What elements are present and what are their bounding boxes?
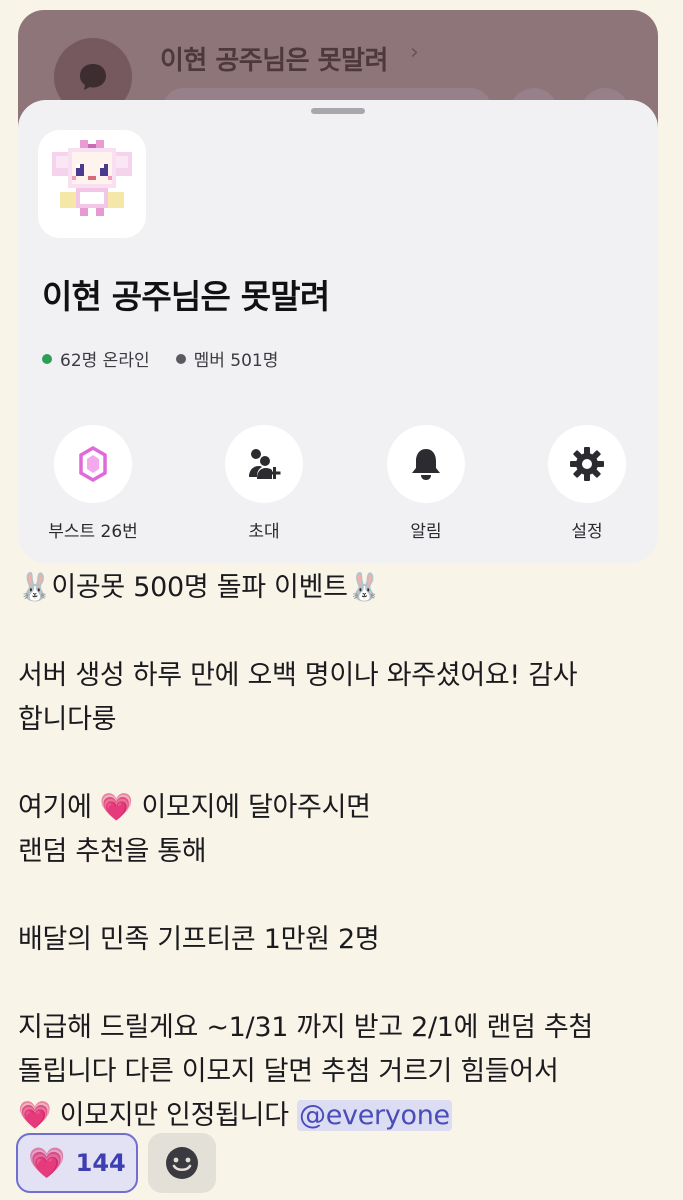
- heart-emoji: 💗: [99, 792, 134, 823]
- message-line: 합니다룽: [18, 704, 117, 735]
- add-reaction-button[interactable]: [148, 1133, 216, 1193]
- chevron-right-icon: ›: [410, 40, 419, 65]
- reaction-count: 144: [75, 1149, 126, 1177]
- bunny-emoji: 🐰: [347, 572, 382, 603]
- gear-icon: [570, 447, 604, 481]
- notifications-label: 알림: [410, 522, 442, 542]
- backdrop-server-title[interactable]: 이현 공주님은 못말려: [160, 40, 388, 77]
- member-count: 멤버 501명: [175, 346, 279, 371]
- message-line: 돌립니다 다른 이모지 달면 추첨 거르기 힘들어서: [18, 1056, 559, 1087]
- server-stats: 62명 온라인 멤버 501명: [42, 346, 304, 371]
- boost-gem-icon: [79, 446, 107, 482]
- pixel-character-icon: [52, 140, 132, 216]
- invite-button[interactable]: 초대: [204, 425, 324, 542]
- heart-reaction-button[interactable]: 💗 144: [16, 1133, 138, 1193]
- bell-icon: [412, 449, 440, 480]
- server-info-sheet: 이현 공주님은 못말려 62명 온라인 멤버 501명 부스트 26번 초대 알…: [18, 100, 658, 563]
- member-count-label: 멤버 501명: [193, 351, 279, 371]
- settings-button[interactable]: 설정: [527, 425, 647, 542]
- smiley-icon: [166, 1147, 198, 1179]
- server-avatar: [38, 130, 146, 238]
- message-line: 지급해 드릴게요 ~1/31 까지 받고 2/1에 랜덤 추첨: [18, 1012, 593, 1043]
- member-status-dot: [175, 353, 186, 364]
- message-line: 여기에 💗 이모지에 달아주시면: [18, 792, 371, 823]
- message-body: 🐰이공못 500명 돌파 이벤트🐰 서버 생성 하루 만에 오백 명이나 와주셨…: [18, 566, 668, 1138]
- boost-button[interactable]: 부스트 26번: [33, 425, 153, 542]
- message-line: 🐰이공못 500명 돌파 이벤트🐰: [18, 572, 382, 603]
- bunny-emoji: 🐰: [18, 572, 52, 603]
- server-name: 이현 공주님은 못말려: [42, 277, 330, 316]
- sheet-drag-handle[interactable]: [311, 108, 365, 114]
- message-line: 랜덤 추천을 통해: [18, 836, 207, 867]
- notifications-button[interactable]: 알림: [366, 425, 486, 542]
- heart-emoji: 💗: [18, 1100, 52, 1131]
- add-person-icon: [249, 449, 281, 479]
- reaction-bar: 💗 144: [16, 1133, 216, 1193]
- online-status-dot: [42, 353, 52, 364]
- invite-label: 초대: [248, 522, 280, 542]
- message-line: 💗 이모지만 인정됩니다 @everyone: [18, 1100, 452, 1131]
- heart-emoji: 💗: [28, 1145, 66, 1181]
- online-count-label: 62명 온라인: [60, 351, 150, 371]
- message-line: 서버 생성 하루 만에 오백 명이나 와주셨어요! 감사: [18, 660, 578, 691]
- everyone-mention[interactable]: @everyone: [297, 1100, 452, 1131]
- message-line: 배달의 민족 기프티콘 1만원 2명: [18, 924, 380, 955]
- settings-label: 설정: [571, 522, 603, 542]
- online-count: 62명 온라인: [42, 346, 150, 371]
- boost-label: 부스트 26번: [48, 522, 138, 542]
